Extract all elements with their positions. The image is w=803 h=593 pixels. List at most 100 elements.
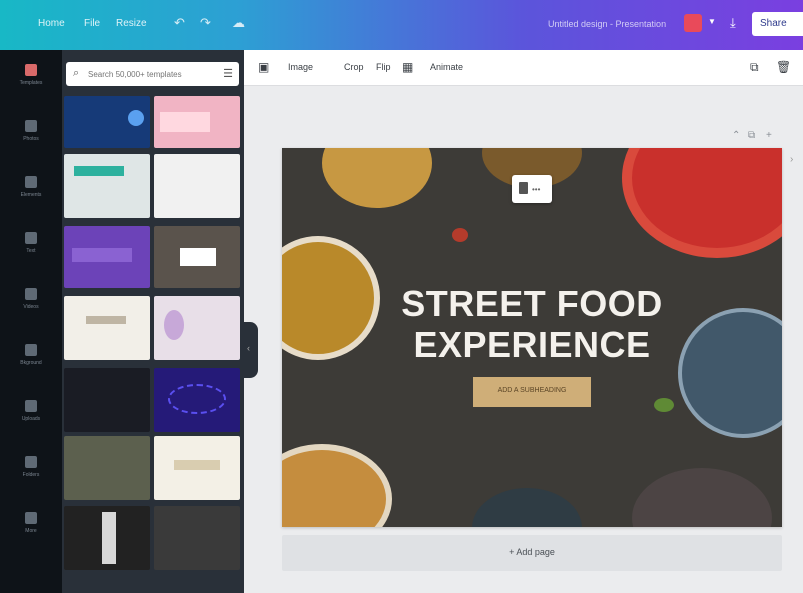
food-bowl-image bbox=[282, 444, 392, 527]
template-thumbnail[interactable] bbox=[64, 506, 150, 570]
text-icon bbox=[25, 232, 37, 244]
right-scroll-indicator[interactable]: › bbox=[788, 146, 803, 176]
editor-toolbar: ▣ Image Crop Flip ▦ Animate ⧉ 🗑 bbox=[244, 50, 803, 86]
flip-button[interactable]: Flip bbox=[376, 62, 391, 72]
more-icon[interactable]: ••• bbox=[532, 185, 540, 194]
headline-line-2[interactable]: EXPERIENCE bbox=[362, 324, 702, 366]
chevron-up-icon[interactable]: ⌃ bbox=[732, 130, 740, 141]
plus-icon[interactable]: + bbox=[766, 130, 772, 141]
search-icon: ⌕ bbox=[73, 67, 80, 79]
top-bar: Home File Resize ↶ ↷ ☁ Untitled design -… bbox=[0, 0, 803, 50]
add-page-label: + Add page bbox=[509, 547, 555, 557]
chevron-right-icon: › bbox=[790, 154, 794, 165]
upload-icon bbox=[25, 400, 37, 412]
chevron-left-icon: ‹ bbox=[247, 343, 250, 353]
more-icon bbox=[25, 512, 37, 524]
template-preview bbox=[102, 512, 116, 564]
template-preview bbox=[86, 316, 126, 324]
home-link[interactable]: Home bbox=[38, 18, 65, 29]
rail-label: Videos bbox=[23, 304, 39, 310]
rail-label: Templates bbox=[19, 80, 43, 86]
rail-item-more[interactable]: More bbox=[8, 506, 54, 550]
template-thumbnail[interactable] bbox=[64, 436, 150, 500]
template-thumbnail[interactable] bbox=[154, 368, 240, 432]
template-thumbnail[interactable] bbox=[154, 506, 240, 570]
template-preview bbox=[160, 112, 210, 132]
noodles-bowl-image bbox=[622, 148, 782, 258]
template-thumbnail[interactable] bbox=[154, 96, 240, 148]
add-page-button[interactable]: + Add page bbox=[282, 535, 782, 571]
transparency-icon[interactable]: ▦ bbox=[402, 60, 413, 74]
resize-button[interactable]: Resize bbox=[116, 18, 147, 29]
template-preview bbox=[72, 248, 132, 262]
filter-icon[interactable]: ☰ bbox=[223, 67, 233, 80]
food-bowl-image bbox=[632, 468, 772, 527]
template-thumbnail[interactable] bbox=[154, 296, 240, 360]
search-input[interactable] bbox=[88, 66, 216, 82]
share-button[interactable]: Share bbox=[752, 12, 803, 36]
templates-panel: ⌕ ☰ bbox=[62, 50, 244, 593]
rail-label: Elements bbox=[20, 192, 42, 198]
template-thumbnail[interactable] bbox=[154, 226, 240, 288]
template-thumbnail[interactable] bbox=[154, 436, 240, 500]
cloud-icon: ☁ bbox=[232, 15, 245, 30]
rail-item-elements[interactable]: Elements bbox=[8, 170, 54, 214]
search-box[interactable]: ⌕ ☰ bbox=[66, 62, 239, 86]
rail-label: Bkground bbox=[20, 360, 42, 366]
trash-icon[interactable]: 🗑 bbox=[776, 60, 791, 74]
share-label: Share bbox=[760, 18, 787, 29]
photo-icon bbox=[25, 120, 37, 132]
headline-line-1[interactable]: STREET FOOD bbox=[362, 283, 702, 325]
template-thumbnail[interactable] bbox=[64, 368, 150, 432]
avatar[interactable] bbox=[684, 14, 702, 32]
template-thumbnail[interactable] bbox=[154, 154, 240, 218]
template-thumbnail[interactable] bbox=[64, 154, 150, 218]
template-icon bbox=[25, 64, 37, 76]
chili-image bbox=[452, 228, 468, 242]
page-icon[interactable]: ▣ bbox=[258, 60, 269, 74]
collapse-panel-handle[interactable]: ‹ bbox=[244, 322, 258, 378]
copy-icon[interactable]: ⧉ bbox=[750, 60, 759, 75]
copy-icon[interactable]: ⧉ bbox=[748, 130, 755, 141]
download-icon[interactable]: ⤓ bbox=[730, 15, 736, 31]
floating-toolbar[interactable]: ••• bbox=[512, 175, 552, 203]
lime-image bbox=[654, 398, 674, 412]
crop-button[interactable]: Crop bbox=[344, 62, 364, 72]
template-preview bbox=[180, 248, 216, 266]
rail-item-videos[interactable]: Videos bbox=[8, 282, 54, 326]
rail-item-templates[interactable]: Templates bbox=[8, 58, 54, 102]
template-thumbnail[interactable] bbox=[64, 226, 150, 288]
rail-label: Text bbox=[26, 248, 36, 254]
redo-icon[interactable]: ↷ bbox=[200, 15, 211, 31]
food-bowl-image bbox=[472, 488, 582, 527]
copy-icon[interactable] bbox=[519, 182, 528, 194]
rail-item-text[interactable]: Text bbox=[8, 226, 54, 270]
subheading-text: ADD A SUBHEADING bbox=[497, 387, 567, 394]
rail-label: Folders bbox=[22, 472, 40, 478]
design-canvas[interactable]: ••• STREET FOOD EXPERIENCE ADD A SUBHEAD… bbox=[282, 148, 782, 527]
rail-item-uploads[interactable]: Uploads bbox=[8, 394, 54, 438]
rail-item-background[interactable]: Bkground bbox=[8, 338, 54, 382]
chevron-down-icon[interactable]: ▼ bbox=[708, 17, 716, 26]
template-preview bbox=[168, 384, 226, 414]
image-button[interactable]: Image bbox=[288, 62, 313, 72]
animate-button[interactable]: Animate bbox=[430, 62, 463, 72]
editor-area: ▣ Image Crop Flip ▦ Animate ⧉ 🗑 ⌃ ⧉ + ••… bbox=[244, 50, 803, 593]
background-icon bbox=[25, 344, 37, 356]
subheading-box[interactable]: ADD A SUBHEADING bbox=[473, 377, 591, 407]
file-menu[interactable]: File bbox=[84, 18, 100, 29]
template-thumbnail[interactable] bbox=[64, 296, 150, 360]
document-title[interactable]: Untitled design - Presentation bbox=[548, 19, 666, 29]
undo-icon[interactable]: ↶ bbox=[174, 15, 185, 31]
template-preview bbox=[74, 166, 124, 176]
folder-icon bbox=[25, 456, 37, 468]
rail-item-photos[interactable]: Photos bbox=[8, 114, 54, 158]
shapes-icon bbox=[25, 176, 37, 188]
template-thumbnail[interactable] bbox=[64, 96, 150, 148]
logo-icon bbox=[128, 110, 144, 126]
rail-label: More bbox=[25, 528, 37, 534]
rail-item-folders[interactable]: Folders bbox=[8, 450, 54, 494]
rail-label: Uploads bbox=[21, 416, 41, 422]
spring-rolls-image bbox=[322, 148, 432, 208]
rail-label: Photos bbox=[23, 136, 39, 142]
